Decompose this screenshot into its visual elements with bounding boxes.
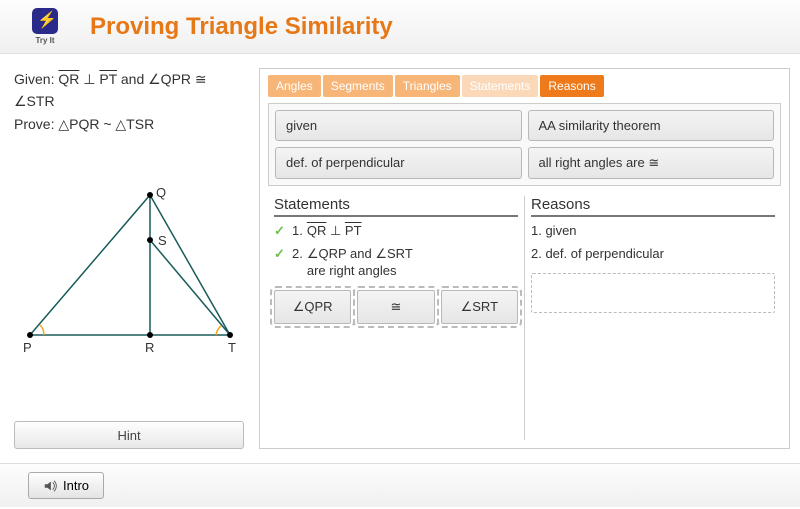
label-r: R — [145, 340, 154, 355]
page-title: Proving Triangle Similarity — [90, 13, 393, 41]
statement-2: ✓ 2. ∠QRP and ∠SRTare right angles — [274, 246, 518, 280]
st2-text: ∠QRP and ∠SRTare right angles — [307, 246, 413, 280]
tab-reasons[interactable]: Reasons — [540, 75, 603, 97]
tryit-label: Try It — [35, 36, 54, 45]
main: Given: QR ⊥ PT and ∠QPR ≅ ∠STR Prove: △P… — [0, 54, 800, 449]
drag-srt[interactable]: ∠SRT — [441, 290, 518, 324]
label-t: T — [228, 340, 236, 355]
label-q: Q — [156, 185, 166, 200]
prove-label: Prove: — [14, 116, 54, 132]
footer: Intro — [0, 463, 800, 507]
tile-given[interactable]: given — [275, 110, 522, 141]
st1-text: QR ⊥ PT — [307, 223, 362, 240]
r1-text: 1. given — [531, 223, 577, 240]
tab-statements[interactable]: Statements — [462, 75, 539, 97]
check-icon: ✓ — [274, 223, 286, 239]
statement-3-drag: ∠QPR ≅ ∠SRT — [274, 290, 518, 324]
prove-line: Prove: △PQR ~ △TSR — [14, 113, 251, 135]
tab-angles[interactable]: Angles — [268, 75, 321, 97]
reason-1: 1. given — [531, 223, 775, 240]
header: Try It Proving Triangle Similarity — [0, 0, 800, 54]
tryit-badge: Try It — [30, 8, 60, 45]
r2-text: 2. def. of perpendicular — [531, 246, 664, 263]
drag-qpr[interactable]: ∠QPR — [274, 290, 351, 324]
lightning-icon — [32, 8, 58, 34]
tabs-row: Angles Segments Triangles Statements Rea… — [268, 75, 781, 97]
tile-allright[interactable]: all right angles are ≅ — [528, 147, 775, 179]
left-panel: Given: QR ⊥ PT and ∠QPR ≅ ∠STR Prove: △P… — [14, 68, 259, 449]
given-prove: Given: QR ⊥ PT and ∠QPR ≅ ∠STR Prove: △P… — [14, 68, 251, 135]
given-line: Given: QR ⊥ PT and ∠QPR ≅ ∠STR — [14, 68, 251, 113]
st2-num: 2. — [292, 246, 303, 261]
prove-text: △PQR ~ △TSR — [58, 116, 154, 132]
diagram-svg — [20, 185, 240, 355]
check-icon: ✓ — [274, 246, 286, 262]
given-label: Given: — [14, 71, 54, 87]
reason-3-dropzone[interactable] — [531, 273, 775, 313]
reasons-column: Reasons 1. given 2. def. of perpendicula… — [525, 196, 781, 440]
intro-label: Intro — [63, 478, 89, 493]
statements-head: Statements — [274, 196, 518, 217]
tab-segments[interactable]: Segments — [323, 75, 393, 97]
statement-1: ✓ 1. QR ⊥ PT — [274, 223, 518, 240]
proof-table: Statements ✓ 1. QR ⊥ PT ✓ 2. ∠QRP and ∠S… — [268, 196, 781, 440]
right-panel: Angles Segments Triangles Statements Rea… — [259, 68, 790, 449]
reasons-head: Reasons — [531, 196, 775, 217]
hint-button[interactable]: Hint — [14, 421, 244, 449]
label-p: P — [23, 340, 32, 355]
triangle-diagram: P Q R S T — [20, 185, 240, 355]
tab-triangles[interactable]: Triangles — [395, 75, 460, 97]
drag-cong[interactable]: ≅ — [357, 290, 434, 324]
reason-2: 2. def. of perpendicular — [531, 246, 775, 263]
st1-num: 1. — [292, 223, 303, 238]
tile-aa[interactable]: AA similarity theorem — [528, 110, 775, 141]
tile-defperp[interactable]: def. of perpendicular — [275, 147, 522, 179]
intro-button[interactable]: Intro — [28, 472, 104, 499]
speaker-icon — [43, 479, 57, 493]
label-s: S — [158, 233, 167, 248]
statements-column: Statements ✓ 1. QR ⊥ PT ✓ 2. ∠QRP and ∠S… — [268, 196, 525, 440]
tile-area: given AA similarity theorem def. of perp… — [268, 103, 781, 186]
